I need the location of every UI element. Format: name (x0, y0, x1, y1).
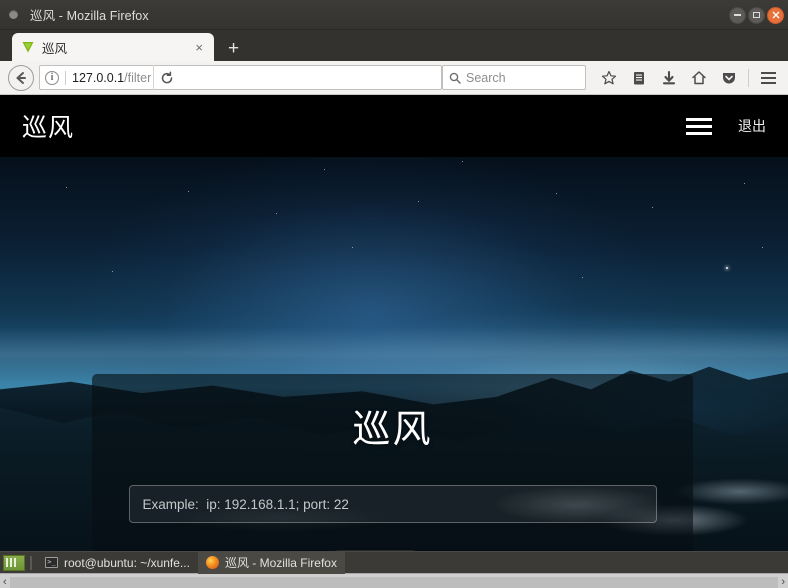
search-button[interactable]: 搜索 (323, 550, 427, 551)
download-icon[interactable] (654, 64, 684, 92)
hamburger-icon[interactable] (686, 117, 712, 135)
launcher-icon[interactable] (3, 554, 25, 571)
window-menu-dot[interactable] (9, 10, 18, 19)
back-button[interactable] (8, 64, 34, 91)
url-host: 127.0.0.1 (72, 70, 125, 85)
toolbar-icons (594, 64, 783, 92)
browser-menu-icon[interactable] (753, 64, 783, 92)
browser-search-bar[interactable]: Search (442, 65, 586, 90)
window-controls (729, 0, 784, 30)
url-divider (65, 70, 66, 85)
browser-tab[interactable]: 巡风 × (12, 33, 214, 61)
tab-close-icon[interactable]: × (192, 41, 206, 54)
taskbar-item-label: root@ubuntu: ~/xunfe... (64, 555, 190, 570)
site-header: 巡风 退出 (0, 95, 788, 157)
taskbar: >_ root@ubuntu: ~/xunfe... 巡风 - Mozilla … (0, 551, 788, 574)
back-arrow-icon (16, 71, 26, 84)
url-path: /filter (124, 70, 152, 85)
reload-icon (161, 70, 172, 83)
terminal-icon: >_ (45, 557, 58, 568)
firefox-icon (205, 556, 219, 569)
minimize-button[interactable] (729, 6, 746, 24)
logout-link[interactable]: 退出 (738, 116, 766, 136)
tab-label: 巡风 (42, 41, 68, 56)
search-icon (449, 72, 461, 84)
window-title: 巡风 - Mozilla Firefox (30, 9, 149, 23)
scrollbar-track[interactable] (9, 576, 779, 588)
search-panel: 巡风 搜索 ? (92, 374, 693, 551)
reload-button[interactable] (153, 65, 179, 90)
scroll-right-arrow-icon[interactable]: › (781, 576, 785, 588)
maximize-button[interactable] (748, 6, 765, 24)
pocket-icon[interactable] (714, 64, 744, 92)
site-logo[interactable]: 巡风 (22, 108, 74, 144)
site-header-actions: 退出 (686, 116, 766, 136)
navigation-toolbar: i 127.0.0.1/filter Search (0, 61, 788, 95)
window-titlebar: 巡风 - Mozilla Firefox (0, 0, 788, 30)
tab-strip: 巡风 × + (0, 30, 788, 61)
library-icon[interactable] (624, 64, 654, 92)
search-input[interactable] (128, 485, 657, 523)
taskbar-item-label: 巡风 - Mozilla Firefox (224, 556, 337, 570)
search-actions: 搜索 ? (323, 550, 462, 551)
horizontal-scrollbar[interactable]: ‹ › (0, 573, 788, 588)
page-viewport: 巡风 退出 巡风 搜索 ? (0, 95, 788, 551)
scroll-left-arrow-icon[interactable]: ‹ (3, 576, 7, 588)
new-tab-button[interactable]: + (228, 39, 239, 58)
site-info-icon[interactable]: i (45, 70, 59, 85)
home-icon[interactable] (684, 64, 714, 92)
shield-icon (20, 40, 35, 55)
page-title: 巡风 (352, 407, 433, 451)
close-button[interactable] (767, 6, 784, 24)
close-icon (772, 11, 779, 19)
taskbar-item-firefox[interactable]: 巡风 - Mozilla Firefox (197, 551, 345, 574)
toolbar-divider (748, 68, 749, 87)
url-bar[interactable]: i 127.0.0.1/filter (39, 65, 442, 90)
taskbar-separator (30, 555, 32, 570)
taskbar-item-terminal[interactable]: >_ root@ubuntu: ~/xunfe... (37, 552, 198, 574)
url-text: 127.0.0.1/filter (72, 71, 151, 85)
bookmark-star-icon[interactable] (594, 64, 624, 92)
browser-search-placeholder: Search (466, 70, 506, 85)
